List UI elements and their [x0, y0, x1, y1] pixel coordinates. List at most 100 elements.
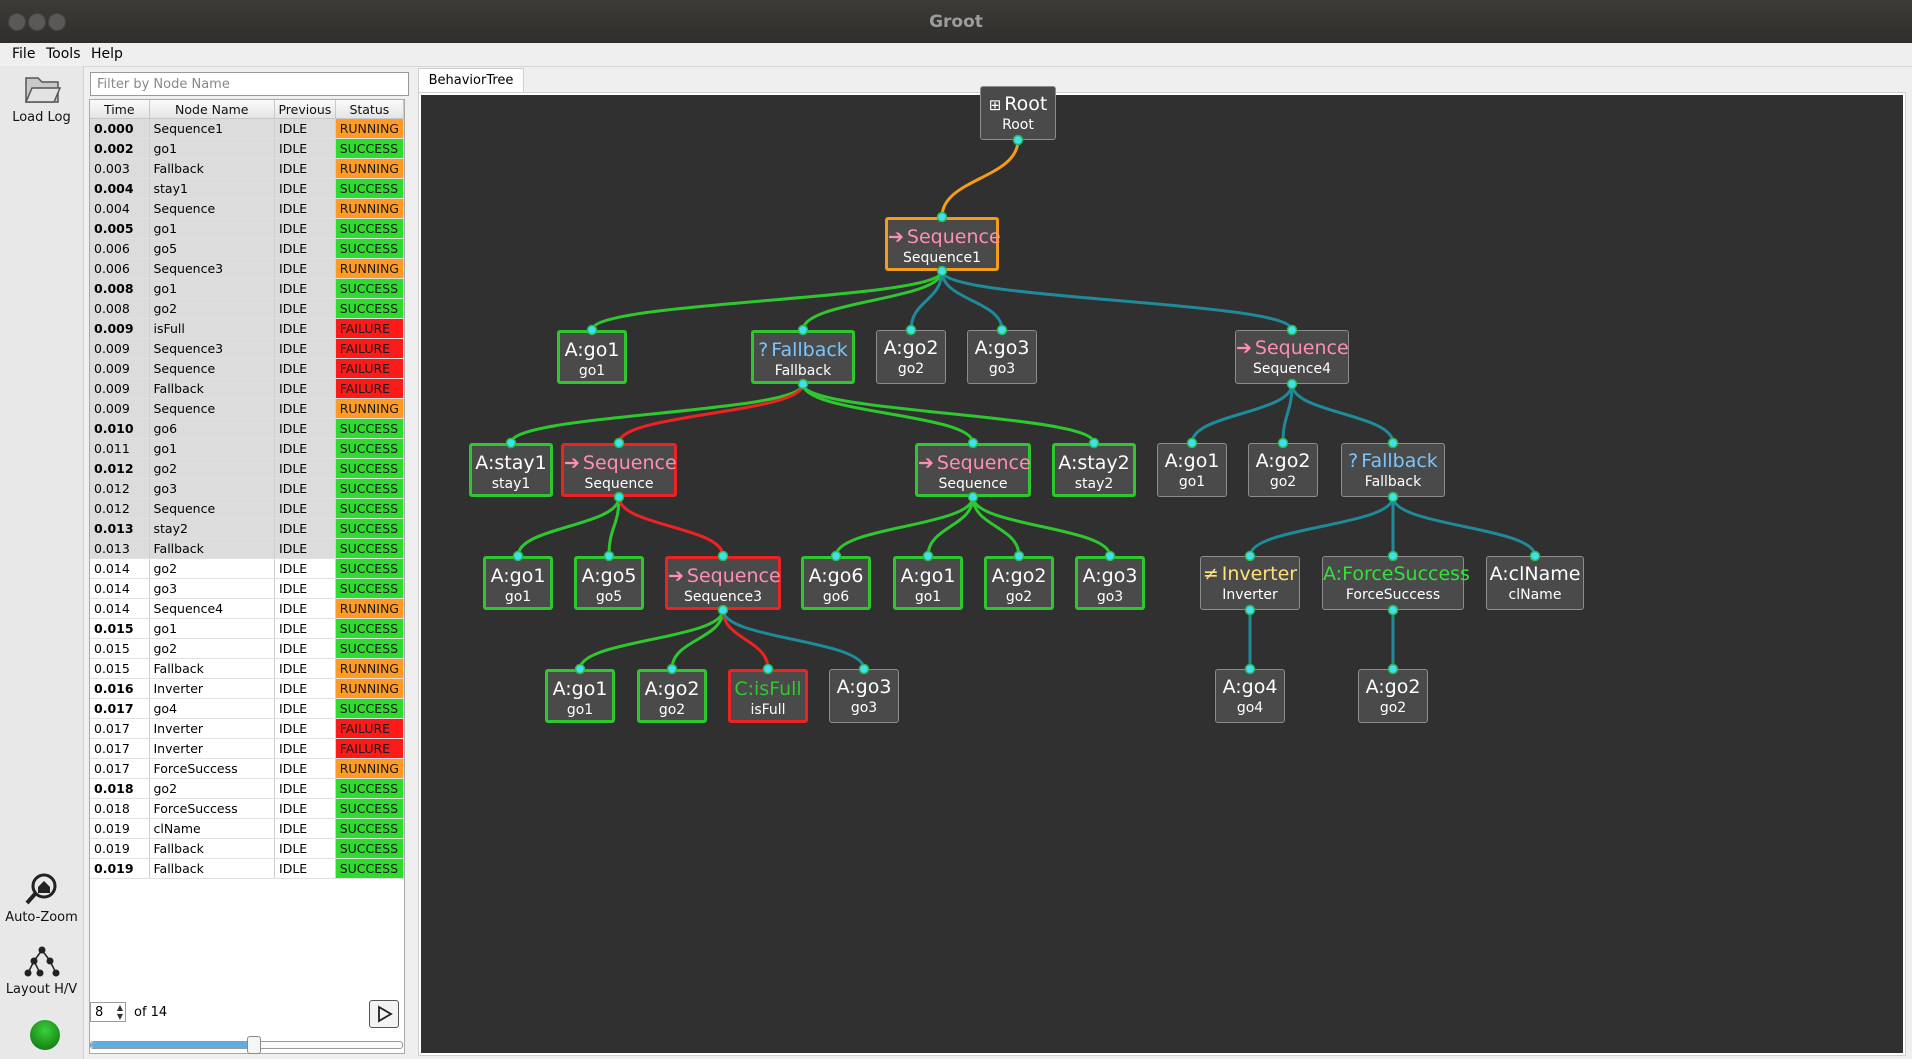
- table-row[interactable]: 0.019 Fallback IDLE SUCCESS: [90, 858, 405, 879]
- table-row[interactable]: 0.015 go1 IDLE SUCCESS: [90, 618, 405, 639]
- tree-node-seq4[interactable]: ➔ Sequence Sequence4: [1235, 330, 1349, 384]
- table-row[interactable]: 0.014 Sequence4 IDLE RUNNING: [90, 598, 405, 619]
- cell-time: 0.015: [90, 638, 150, 659]
- tree-node-go3a[interactable]: A:go3 go3: [967, 330, 1037, 384]
- tree-node-stay2[interactable]: A:stay2 stay2: [1052, 443, 1136, 497]
- table-row[interactable]: 0.015 Fallback IDLE RUNNING: [90, 658, 405, 679]
- tree-node-bGo3[interactable]: A:go3 go3: [1075, 556, 1145, 610]
- table-row[interactable]: 0.005 go1 IDLE SUCCESS: [90, 218, 405, 239]
- table-row[interactable]: 0.009 Sequence IDLE RUNNING: [90, 398, 405, 419]
- table-row[interactable]: 0.006 Sequence3 IDLE RUNNING: [90, 258, 405, 279]
- tree-node-fGo2[interactable]: A:go2 go2: [1358, 669, 1428, 723]
- tree-node-isFull[interactable]: C:isFull isFull: [728, 669, 808, 723]
- table-row[interactable]: 0.014 go2 IDLE SUCCESS: [90, 558, 405, 579]
- table-row[interactable]: 0.013 stay2 IDLE SUCCESS: [90, 518, 405, 539]
- table-row[interactable]: 0.008 go1 IDLE SUCCESS: [90, 278, 405, 299]
- auto-zoom-button[interactable]: Auto-Zoom: [0, 872, 83, 925]
- table-row[interactable]: 0.010 go6 IDLE SUCCESS: [90, 418, 405, 439]
- step-spinbox[interactable]: 8 ▲ ▼: [90, 1002, 126, 1022]
- tree-node-stay1[interactable]: A:stay1 stay1: [469, 443, 553, 497]
- table-row[interactable]: 0.018 ForceSuccess IDLE SUCCESS: [90, 798, 405, 819]
- arrow-icon: ➔: [918, 452, 934, 474]
- cell-status: FAILURE: [335, 358, 405, 379]
- table-row[interactable]: 0.018 go2 IDLE SUCCESS: [90, 778, 405, 799]
- play-icon: [378, 1005, 393, 1023]
- cell-time: 0.014: [90, 578, 150, 599]
- tree-node-seqA[interactable]: ➔ Sequence Sequence: [561, 443, 677, 497]
- tree-node-cGo3[interactable]: A:go3 go3: [829, 669, 899, 723]
- table-row[interactable]: 0.017 go4 IDLE SUCCESS: [90, 698, 405, 719]
- table-row[interactable]: 0.008 go2 IDLE SUCCESS: [90, 298, 405, 319]
- col-previous[interactable]: Previous: [274, 100, 336, 119]
- tree-node-go1a[interactable]: A:go1 go1: [557, 330, 627, 384]
- tree-node-cGo1[interactable]: A:go1 go1: [545, 669, 615, 723]
- tree-node-seq3[interactable]: ➔ Sequence Sequence3: [665, 556, 781, 610]
- tree-node-s4go1[interactable]: A:go1 go1: [1157, 443, 1227, 497]
- filter-input[interactable]: [90, 72, 409, 96]
- behavior-tree-canvas[interactable]: ⊞ Root Root ➔ Sequence Sequence1 A:go1 go1 ? Fall…: [421, 86, 1903, 1053]
- table-row[interactable]: 0.013 Fallback IDLE SUCCESS: [90, 538, 405, 559]
- table-row[interactable]: 0.004 Sequence IDLE RUNNING: [90, 198, 405, 219]
- table-row[interactable]: 0.004 stay1 IDLE SUCCESS: [90, 178, 405, 199]
- table-row[interactable]: 0.014 go3 IDLE SUCCESS: [90, 578, 405, 599]
- tree-node-clname[interactable]: A:clName clName: [1486, 556, 1584, 610]
- menu-file[interactable]: File: [12, 46, 35, 62]
- tree-node-cGo2[interactable]: A:go2 go2: [637, 669, 707, 723]
- table-row[interactable]: 0.006 go5 IDLE SUCCESS: [90, 238, 405, 259]
- spin-arrows-icon[interactable]: ▲ ▼: [117, 1003, 123, 1021]
- table-row[interactable]: 0.009 Sequence IDLE FAILURE: [90, 358, 405, 379]
- table-row[interactable]: 0.015 go2 IDLE SUCCESS: [90, 638, 405, 659]
- table-row[interactable]: 0.003 Fallback IDLE RUNNING: [90, 158, 405, 179]
- tree-node-iGo4[interactable]: A:go4 go4: [1215, 669, 1285, 723]
- play-button[interactable]: [369, 1000, 399, 1028]
- timeline-slider-handle[interactable]: [246, 1036, 261, 1054]
- table-row[interactable]: 0.012 go3 IDLE SUCCESS: [90, 478, 405, 499]
- connection-status-indicator: [30, 1020, 60, 1050]
- col-status[interactable]: Status: [335, 100, 405, 119]
- node-instance-name: go2: [658, 702, 686, 718]
- tree-node-root[interactable]: ⊞ Root Root: [980, 86, 1056, 140]
- tree-node-aGo1[interactable]: A:go1 go1: [483, 556, 553, 610]
- cell-time: 0.009: [90, 398, 150, 419]
- cell-previous: IDLE: [274, 278, 336, 299]
- tree-node-inv[interactable]: ≠ Inverter Inverter: [1200, 556, 1300, 610]
- table-row[interactable]: 0.017 ForceSuccess IDLE RUNNING: [90, 758, 405, 779]
- tree-node-s4go2[interactable]: A:go2 go2: [1248, 443, 1318, 497]
- tree-node-fb2[interactable]: ? Fallback Fallback: [1341, 443, 1445, 497]
- tree-node-bGo1[interactable]: A:go1 go1: [893, 556, 963, 610]
- cell-status: RUNNING: [335, 398, 405, 419]
- load-log-button[interactable]: Load Log: [0, 70, 83, 125]
- tree-node-aGo5[interactable]: A:go5 go5: [574, 556, 644, 610]
- table-row[interactable]: 0.017 Inverter IDLE FAILURE: [90, 718, 405, 739]
- table-row[interactable]: 0.019 clName IDLE SUCCESS: [90, 818, 405, 839]
- table-row[interactable]: 0.002 go1 IDLE SUCCESS: [90, 138, 405, 159]
- layout-toggle-button[interactable]: Layout H/V: [0, 944, 83, 997]
- cell-time: 0.015: [90, 618, 150, 639]
- table-row[interactable]: 0.000 Sequence1 IDLE RUNNING: [90, 118, 405, 139]
- table-row[interactable]: 0.017 Inverter IDLE FAILURE: [90, 738, 405, 759]
- table-row[interactable]: 0.019 Fallback IDLE SUCCESS: [90, 838, 405, 859]
- tab-behaviortree[interactable]: BehaviorTree: [418, 68, 524, 93]
- table-row[interactable]: 0.016 Inverter IDLE RUNNING: [90, 678, 405, 699]
- table-row[interactable]: 0.009 Fallback IDLE FAILURE: [90, 378, 405, 399]
- tree-node-bGo6[interactable]: A:go6 go6: [801, 556, 871, 610]
- cell-time: 0.005: [90, 218, 150, 239]
- tree-node-go2a[interactable]: A:go2 go2: [876, 330, 946, 384]
- table-row[interactable]: 0.012 Sequence IDLE SUCCESS: [90, 498, 405, 519]
- col-node-name[interactable]: Node Name: [149, 100, 276, 119]
- tree-node-force[interactable]: A:ForceSuccess ForceSuccess: [1322, 556, 1470, 610]
- menu-help[interactable]: Help: [91, 46, 123, 62]
- col-time[interactable]: Time: [90, 100, 150, 119]
- tree-node-fb1[interactable]: ? Fallback Fallback: [751, 330, 855, 384]
- table-row[interactable]: 0.009 Sequence3 IDLE FAILURE: [90, 338, 405, 359]
- table-row[interactable]: 0.009 isFull IDLE FAILURE: [90, 318, 405, 339]
- step-value: 8: [95, 1005, 104, 1020]
- timeline-slider[interactable]: [90, 1036, 403, 1054]
- tree-node-seq1[interactable]: ➔ Sequence Sequence1: [885, 217, 1001, 271]
- cell-status: SUCCESS: [335, 438, 405, 459]
- table-row[interactable]: 0.012 go2 IDLE SUCCESS: [90, 458, 405, 479]
- table-row[interactable]: 0.011 go1 IDLE SUCCESS: [90, 438, 405, 459]
- tree-node-bGo2[interactable]: A:go2 go2: [984, 556, 1054, 610]
- tree-node-seqB[interactable]: ➔ Sequence Sequence: [915, 443, 1031, 497]
- menu-tools[interactable]: Tools: [46, 46, 81, 62]
